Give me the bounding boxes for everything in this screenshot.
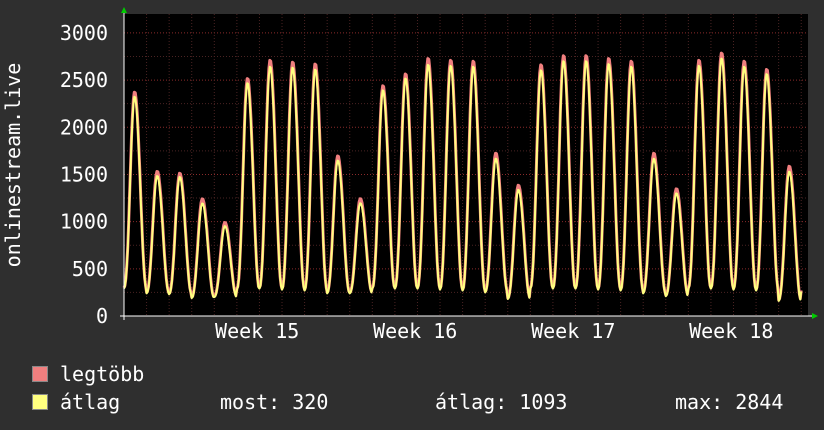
y-tick-labels: 0 500 1000 1500 2000 2500 3000 <box>60 21 108 328</box>
x-axis-arrow-icon <box>812 313 818 319</box>
legend-item-avg: átlag <box>32 390 120 414</box>
stat-average: átlag: 1093 <box>435 390 568 414</box>
x-tick-label: Week 16 <box>373 319 457 343</box>
x-tick-labels: Week 15 Week 16 Week 17 Week 18 <box>215 319 773 343</box>
stat-now: most: 320 <box>220 390 329 414</box>
legend-swatch-max <box>32 366 48 382</box>
legend-label-avg: átlag <box>60 390 121 414</box>
y-axis-label: onlinestream.live <box>1 63 25 268</box>
x-tick-label: Week 15 <box>215 319 299 343</box>
legend-label-max: legtöbb <box>60 362 145 386</box>
x-tick-label: Week 17 <box>531 319 615 343</box>
y-tick-label: 0 <box>96 304 108 328</box>
y-tick-label: 1500 <box>60 162 108 186</box>
y-axis-arrow-icon <box>121 7 127 13</box>
y-tick-label: 2500 <box>60 68 108 92</box>
y-tick-label: 1000 <box>60 210 108 234</box>
legend-swatch-avg <box>32 394 48 410</box>
stat-max: max: 2844 <box>675 390 784 414</box>
y-tick-label: 500 <box>72 257 108 281</box>
y-tick-label: 2000 <box>60 115 108 139</box>
y-tick-label: 3000 <box>60 21 108 45</box>
legend-item-max: legtöbb <box>32 362 144 386</box>
chart-stage: 0 500 1000 1500 2000 2500 3000 Week 15 Week 16 W… <box>0 0 824 430</box>
x-tick-label: Week 18 <box>689 319 773 343</box>
